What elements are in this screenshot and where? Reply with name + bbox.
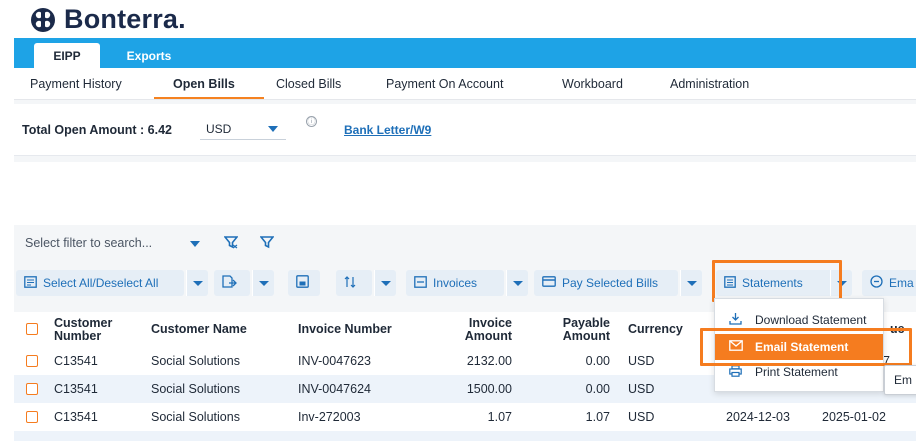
cell-currency: USD (628, 382, 655, 396)
col-customer-number-line2: Number (54, 329, 102, 343)
invoices-dropdown[interactable] (506, 270, 528, 296)
save-icon (296, 275, 309, 291)
export-dropdown[interactable] (252, 270, 274, 296)
chevron-down-icon (513, 281, 523, 286)
col-invoice-amount-line2: Amount (464, 329, 512, 343)
cell-customer-number: C13541 (54, 382, 98, 396)
export-icon (222, 275, 237, 291)
filter-row: Select filter to search... (14, 228, 916, 264)
blank-card (14, 162, 916, 225)
chevron-down-icon[interactable] (190, 241, 200, 247)
cell-invoice-number: Inv-272003 (298, 410, 361, 424)
cell-due-date: 2025-01-02 (822, 410, 886, 424)
header-bar: Bonterra. (0, 0, 916, 38)
cell-payable-amount: 0.00 (585, 354, 610, 368)
cell-invoice-number: INV-0047623 (298, 354, 371, 368)
tab-administration[interactable]: Administration (670, 77, 749, 91)
invoices-label: Invoices (433, 276, 478, 290)
chevron-down-icon (193, 281, 203, 286)
tab-open-bills[interactable]: Open Bills (173, 77, 235, 91)
tooltip-text: Em (894, 373, 912, 387)
select-all-button[interactable]: Select All/Deselect All (16, 270, 184, 296)
cell-invoice-amount: 1.07 (487, 410, 512, 424)
pay-selected-label: Pay Selected Bills (562, 276, 659, 290)
download-icon (729, 312, 743, 328)
bank-letter-link[interactable]: Bank Letter/W9 (344, 123, 431, 137)
cell-payable-amount: 0.00 (585, 382, 610, 396)
table-row[interactable] (14, 431, 916, 441)
select-all-checkbox[interactable] (26, 323, 38, 335)
tab-payment-on-account[interactable]: Payment On Account (386, 77, 503, 91)
export-button[interactable] (214, 270, 250, 296)
filter-apply-icon[interactable] (222, 235, 240, 253)
info-icon[interactable]: ⓘ (306, 116, 317, 127)
col-payable-amount[interactable]: Payable Amount (532, 317, 610, 343)
tooltip: Em (884, 365, 916, 395)
invoices-button[interactable]: Invoices (406, 270, 504, 296)
col-payable-amount-line2: Amount (562, 329, 610, 343)
row-checkbox[interactable] (26, 411, 38, 423)
pay-selected-dropdown[interactable] (680, 270, 702, 296)
cell-currency: USD (628, 410, 655, 424)
tab-eipp[interactable]: EIPP (34, 43, 100, 68)
tab-payment-history[interactable]: Payment History (30, 77, 122, 91)
table-row[interactable]: C13541 Social Solutions Inv-272003 1.07 … (14, 403, 916, 431)
cell-customer-name: Social Solutions (151, 382, 240, 396)
active-tab-indicator (154, 97, 264, 99)
bonterra-logo[interactable]: Bonterra. (30, 4, 186, 35)
col-invoice-number[interactable]: Invoice Number (298, 323, 392, 336)
chevron-down-icon (687, 281, 697, 286)
save-button[interactable] (288, 270, 320, 296)
currency-value: USD (206, 121, 232, 136)
menu-print-label: Print Statement (755, 365, 838, 379)
statements-highlight (712, 260, 842, 302)
row-checkbox[interactable] (26, 355, 38, 367)
cell-invoice-date: 2024-12-03 (726, 410, 790, 424)
chevron-down-icon (259, 281, 269, 286)
email-refresh-icon (870, 275, 883, 291)
sub-nav: Payment History Open Bills Closed Bills … (14, 68, 916, 100)
cell-customer-name: Social Solutions (151, 354, 240, 368)
cell-invoice-amount: 2132.00 (466, 354, 512, 368)
cell-customer-name: Social Solutions (151, 410, 240, 424)
email-button-label: Ema (889, 276, 914, 290)
row-checkbox[interactable] (26, 383, 38, 395)
col-customer-name[interactable]: Customer Name (151, 323, 247, 336)
select-all-label: Select All/Deselect All (43, 276, 159, 290)
cell-payable-amount: 1.07 (585, 410, 610, 424)
email-button[interactable]: Ema (862, 270, 916, 296)
summary-card: Total Open Amount : 6.42 USD ⓘ Bank Lett… (14, 104, 916, 156)
chevron-down-icon (268, 126, 278, 132)
col-currency[interactable]: Currency (628, 323, 683, 336)
credit-card-icon (542, 276, 556, 290)
email-statement-highlight (700, 328, 912, 366)
currency-select[interactable]: USD (200, 118, 286, 140)
sort-icon (344, 275, 356, 291)
sort-button[interactable] (336, 270, 372, 296)
cell-customer-number: C13541 (54, 410, 98, 424)
bonterra-logo-icon (31, 7, 55, 32)
cell-invoice-number: INV-0047624 (298, 382, 371, 396)
print-icon (729, 364, 743, 380)
cell-invoice-amount: 1500.00 (466, 382, 512, 396)
cell-currency: USD (628, 354, 655, 368)
col-customer-number[interactable]: Customer Number (54, 317, 112, 343)
tab-workboard[interactable]: Workboard (562, 77, 623, 91)
total-open-amount: Total Open Amount : 6.42 (22, 123, 173, 137)
brand-name: Bonterra. (64, 4, 186, 34)
list-check-icon (24, 275, 37, 291)
pay-selected-bills-button[interactable]: Pay Selected Bills (534, 270, 678, 296)
filter-clear-icon[interactable] (258, 235, 276, 253)
sort-dropdown[interactable] (374, 270, 396, 296)
select-all-dropdown[interactable] (186, 270, 208, 296)
col-invoice-amount[interactable]: Invoice Amount (434, 317, 512, 343)
cell-customer-number: C13541 (54, 354, 98, 368)
tab-closed-bills[interactable]: Closed Bills (276, 77, 341, 91)
top-nav: EIPP Exports (14, 38, 916, 68)
tab-exports[interactable]: Exports (114, 43, 184, 68)
chevron-down-icon (381, 281, 391, 286)
filter-select[interactable]: Select filter to search... (25, 236, 152, 250)
menu-download-label: Download Statement (755, 313, 867, 327)
invoice-icon (414, 275, 427, 291)
